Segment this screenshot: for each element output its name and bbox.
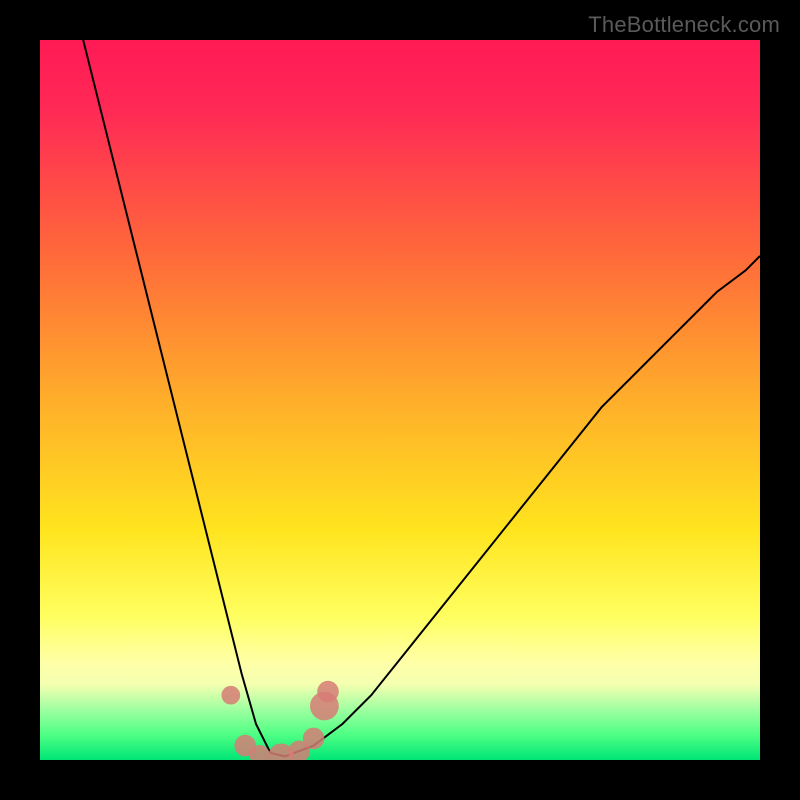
- data-marker: [221, 686, 240, 705]
- watermark-label: TheBottleneck.com: [588, 12, 780, 38]
- chart-frame: TheBottleneck.com: [0, 0, 800, 800]
- data-marker: [303, 728, 325, 750]
- data-marker: [317, 681, 339, 703]
- chart-svg: [40, 40, 760, 760]
- heat-gradient-background: [40, 40, 760, 760]
- plot-area: [40, 40, 760, 760]
